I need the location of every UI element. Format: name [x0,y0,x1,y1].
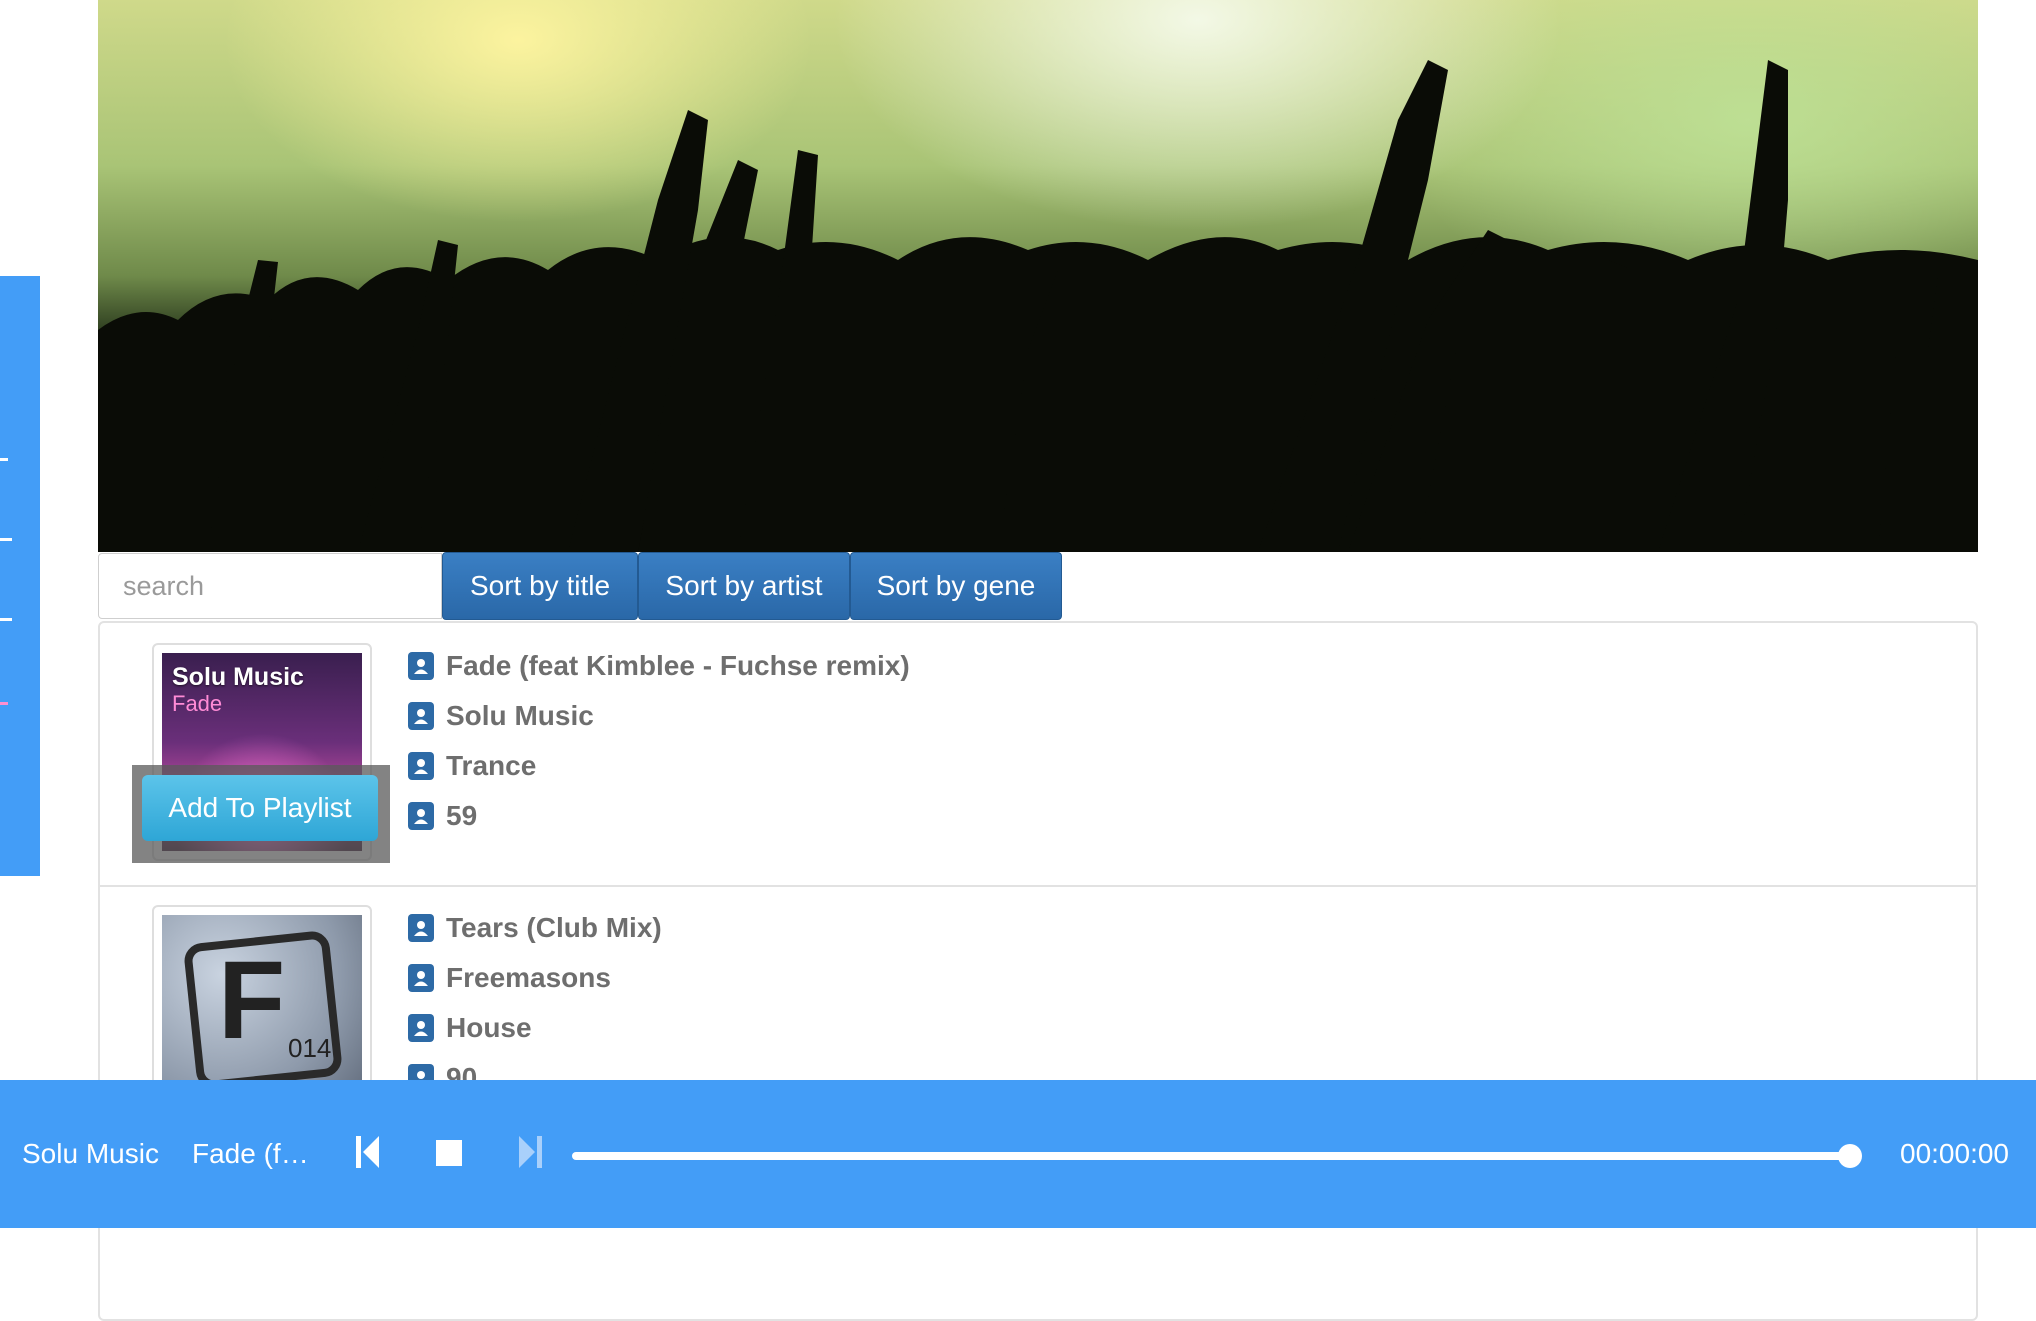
stop-icon[interactable] [434,1138,464,1173]
song-genre: Trance [446,750,537,781]
progress-bar[interactable] [572,1144,1862,1168]
concert-banner [98,0,1978,552]
song-details: Tears (Club Mix) Freemasons House 90 [408,903,662,1103]
cover-letter: F [218,939,286,1062]
sort-by-artist-button[interactable]: Sort by artist [638,552,850,620]
user-icon [408,652,434,680]
song-artist: Solu Music [446,700,594,731]
user-icon [408,802,434,830]
sidebar-marker[interactable] [0,538,12,541]
song-value-field: 59 [408,791,910,841]
add-to-playlist-button[interactable]: Add To Playlist [142,775,378,841]
skip-forward-icon[interactable] [516,1132,544,1177]
sidebar [0,276,40,876]
user-icon [408,914,434,942]
cover-number: 014 [288,1033,332,1063]
crowd-silhouette [98,60,1978,552]
cover-title: Solu Music [172,663,304,691]
song-genre: House [446,1012,532,1043]
progress-knob[interactable] [1838,1144,1862,1168]
search-input[interactable] [98,553,442,619]
song-title: Tears (Club Mix) [446,912,662,943]
add-to-playlist-overlay: Add To Playlist [132,765,390,863]
user-icon [408,1014,434,1042]
song-title-field: Fade (feat Kimblee - Fuchse remix) [408,641,910,691]
now-playing-artist: Solu Music [22,1138,159,1169]
song-artist: Freemasons [446,962,611,993]
sidebar-marker-active[interactable] [0,702,8,705]
skip-back-icon[interactable] [354,1132,382,1177]
song-row[interactable]: Solu Music Fade Add To Playlist Fade (fe… [100,623,1976,887]
sort-by-title-button[interactable]: Sort by title [442,552,638,620]
user-icon [408,702,434,730]
song-details: Fade (feat Kimblee - Fuchse remix) Solu … [408,641,910,841]
elapsed-time: 00:00:00 [1900,1138,2009,1169]
song-artist-field: Solu Music [408,691,910,741]
song-genre-field: Trance [408,741,910,791]
song-title: Fade (feat Kimblee - Fuchse remix) [446,650,910,681]
song-value: 59 [446,800,478,831]
sidebar-marker[interactable] [0,458,8,461]
song-artist-field: Freemasons [408,953,662,1003]
audio-player: Solu Music Fade (feat Kimblee - Fuchse r… [0,1080,2036,1228]
sort-by-genre-button[interactable]: Sort by gene [850,552,1062,620]
song-genre-field: House [408,1003,662,1053]
user-icon [408,964,434,992]
user-icon [408,752,434,780]
song-title-field: Tears (Club Mix) [408,903,662,953]
cover-subtitle: Fade [172,691,223,716]
sidebar-marker[interactable] [0,618,12,621]
now-playing-title: Fade (feat Kimblee - Fuchse remix) [192,1138,324,1169]
